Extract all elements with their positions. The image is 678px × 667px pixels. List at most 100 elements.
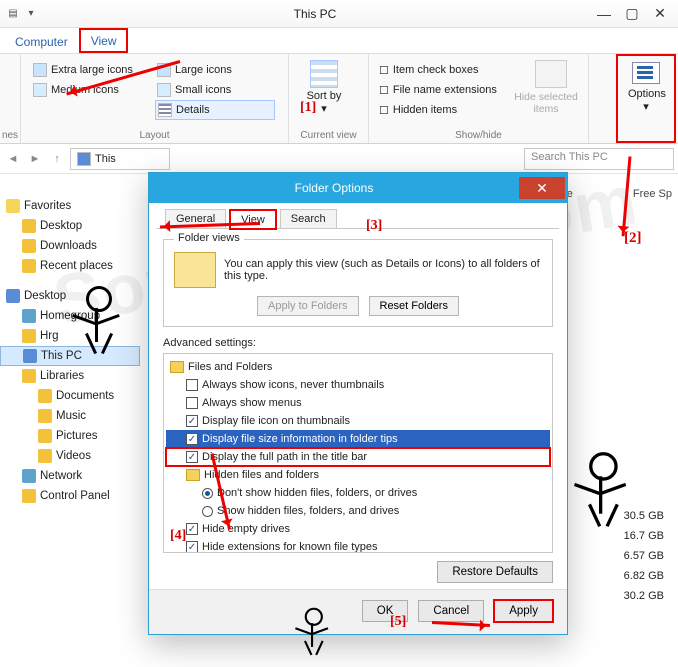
apply-button[interactable]: Apply	[494, 600, 553, 622]
pc-icon	[23, 349, 37, 363]
adv-hide-ext[interactable]: ✓Hide extensions for known file types	[166, 538, 550, 553]
ribbon-panes-group: nes	[0, 54, 21, 143]
stick-figure-decoration	[287, 604, 336, 667]
ribbon-options-button[interactable]: Options ▾	[616, 54, 676, 143]
chevron-down-icon: ▾	[628, 100, 664, 113]
tree-favorites[interactable]: Favorites	[0, 196, 140, 216]
tree-control-panel[interactable]: Control Panel	[0, 486, 140, 506]
folder-icon	[38, 409, 52, 423]
folder-views-icon	[174, 252, 216, 288]
folder-views-group: Folder views You can apply this view (su…	[163, 239, 553, 327]
homegroup-icon	[22, 309, 36, 323]
checkbox-icon: ✓	[186, 523, 198, 535]
checkbox-icon: ☐	[379, 104, 389, 117]
reset-folders-button[interactable]: Reset Folders	[369, 296, 459, 316]
tree-recent[interactable]: Recent places	[0, 256, 140, 276]
close-icon: ✕	[536, 180, 548, 197]
checkbox-icon: ✓	[186, 541, 198, 553]
checkbox-file-name-extensions[interactable]: ☐File name extensions	[379, 80, 514, 100]
showhide-group-label: Show/hide	[369, 130, 588, 141]
dialog-titlebar[interactable]: Folder Options ✕	[149, 173, 567, 203]
advanced-settings-label: Advanced settings:	[163, 337, 553, 349]
control-panel-icon	[22, 489, 36, 503]
folder-views-legend: Folder views	[174, 232, 244, 244]
search-input[interactable]: Search This PC	[524, 148, 674, 170]
star-icon	[6, 199, 20, 213]
minimize-button[interactable]: —	[590, 6, 618, 22]
layout-group-label: Layout	[21, 130, 288, 141]
medium-icon	[33, 83, 47, 97]
adv-display-full-path[interactable]: ✓Display the full path in the title bar	[166, 448, 550, 466]
tree-pictures[interactable]: Pictures	[0, 426, 140, 446]
folder-icon	[38, 429, 52, 443]
tree-music[interactable]: Music	[0, 406, 140, 426]
layout-medium[interactable]: Medium icons	[31, 80, 151, 100]
layout-details[interactable]: Details	[155, 100, 275, 120]
stick-figure-decoration	[561, 446, 638, 545]
tree-documents[interactable]: Documents	[0, 386, 140, 406]
libraries-icon	[22, 369, 36, 383]
address-bar: ◄ ► ↑ This Search This PC	[0, 144, 678, 174]
tree-network[interactable]: Network	[0, 466, 140, 486]
tree-downloads[interactable]: Downloads	[0, 236, 140, 256]
panes-group-label: nes	[0, 130, 20, 141]
checkbox-icon	[186, 397, 198, 409]
dialog-close-button[interactable]: ✕	[519, 177, 565, 199]
user-icon	[22, 329, 36, 343]
annotation-1: [1]	[300, 100, 316, 116]
tree-desktop[interactable]: Desktop	[0, 216, 140, 236]
network-icon	[22, 469, 36, 483]
layout-small[interactable]: Small icons	[155, 80, 275, 100]
pc-icon	[77, 152, 91, 166]
quick-access-icon[interactable]: ▾	[24, 7, 38, 21]
adv-display-size-tips[interactable]: ✓Display file size information in folder…	[166, 430, 550, 448]
close-button[interactable]: ✕	[646, 5, 674, 22]
ribbon-current-view-group: Sort by ▾ Current view	[289, 54, 369, 143]
size-value: 6.57 GB	[624, 546, 664, 566]
document-icon: ▤	[6, 7, 20, 21]
window-titlebar: ▤ ▾ This PC — ▢ ✕	[0, 0, 678, 28]
adv-always-icons[interactable]: Always show icons, never thumbnails	[166, 376, 550, 394]
checkbox-icon: ☐	[379, 84, 389, 97]
small-icon	[157, 83, 171, 97]
folder-options-dialog: Folder Options ✕ General View Search Fol…	[148, 172, 568, 635]
annotation-3: [3]	[366, 218, 382, 234]
hide-selected-button[interactable]: Hide selected items	[514, 91, 578, 115]
checkbox-item-check-boxes[interactable]: ☐Item check boxes	[379, 60, 514, 80]
tab-view[interactable]: View	[79, 28, 129, 53]
checkbox-hidden-items[interactable]: ☐Hidden items	[379, 100, 514, 120]
dialog-tab-view[interactable]: View	[230, 210, 276, 229]
size-value: 6.82 GB	[624, 566, 664, 586]
nav-forward-button[interactable]: ►	[26, 150, 44, 168]
cancel-button[interactable]: Cancel	[418, 600, 484, 622]
apply-to-folders-button[interactable]: Apply to Folders	[257, 296, 358, 316]
size-value: 30.2 GB	[624, 586, 664, 606]
radio-icon	[202, 488, 213, 499]
folder-icon	[22, 239, 36, 253]
folder-icon	[22, 259, 36, 273]
tree-videos[interactable]: Videos	[0, 446, 140, 466]
folder-icon	[38, 449, 52, 463]
dialog-title: Folder Options	[149, 181, 519, 195]
nav-back-button[interactable]: ◄	[4, 150, 22, 168]
restore-defaults-button[interactable]: Restore Defaults	[437, 561, 553, 583]
address-path[interactable]: This	[70, 148, 170, 170]
maximize-button[interactable]: ▢	[618, 5, 646, 22]
dialog-tab-search[interactable]: Search	[280, 209, 337, 228]
options-icon	[632, 62, 660, 84]
adv-always-menus[interactable]: Always show menus	[166, 394, 550, 412]
ribbon: nes Extra large icons Large icons Medium…	[0, 54, 678, 144]
sort-by-icon	[310, 60, 338, 88]
details-icon	[158, 103, 172, 117]
checkbox-icon: ✓	[186, 415, 198, 427]
checkbox-icon	[186, 379, 198, 391]
dialog-button-row: OK Cancel Apply	[149, 589, 567, 634]
adv-display-icon-thumb[interactable]: ✓Display file icon on thumbnails	[166, 412, 550, 430]
tab-computer[interactable]: Computer	[4, 30, 79, 53]
col-free-space[interactable]: Free Sp	[633, 188, 672, 200]
adv-hidden-files-folders: Hidden files and folders	[166, 466, 550, 484]
nav-up-button[interactable]: ↑	[48, 150, 66, 168]
annotation-5: [5]	[390, 614, 406, 630]
checkbox-icon: ☐	[379, 64, 389, 77]
layout-extra-large[interactable]: Extra large icons	[31, 60, 151, 80]
